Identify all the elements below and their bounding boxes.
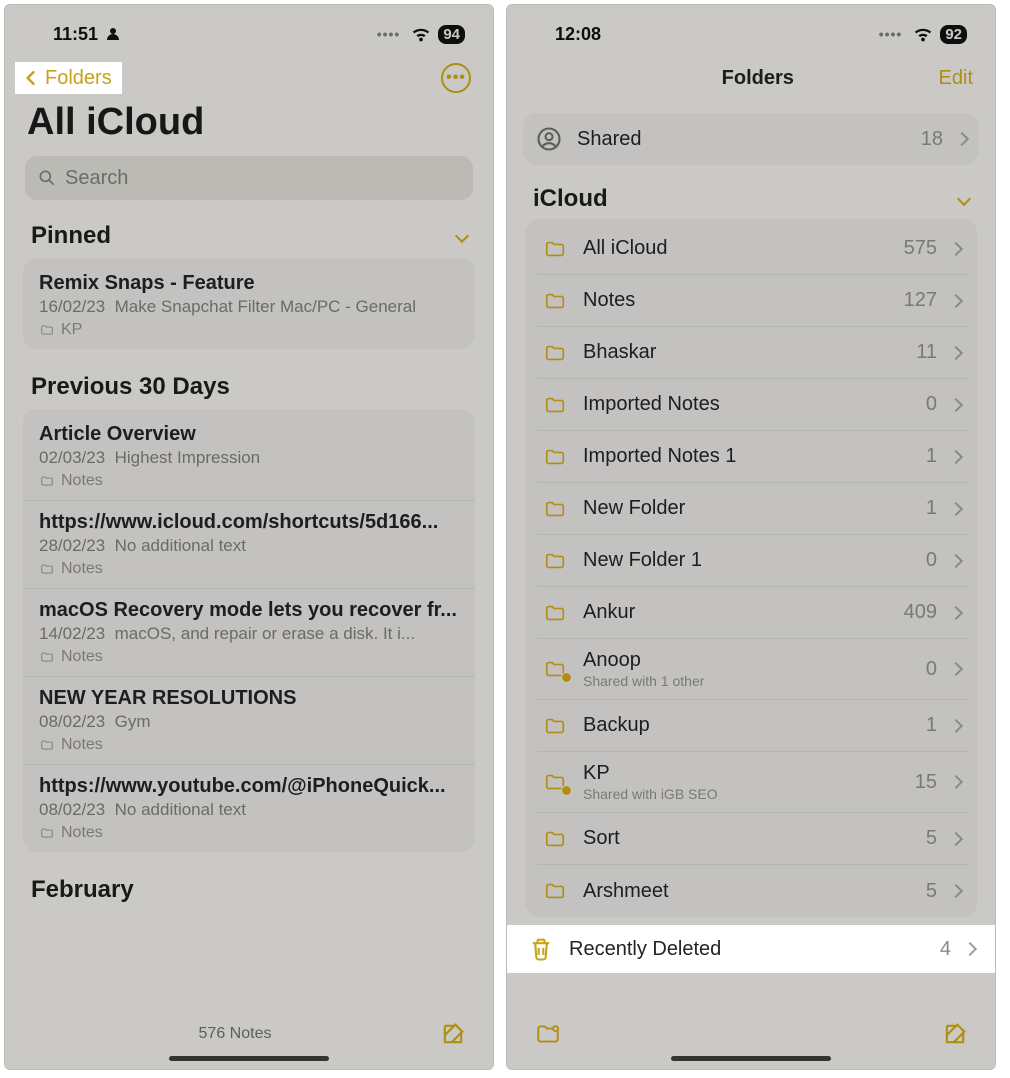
edit-button[interactable]: Edit <box>939 67 973 90</box>
chevron-right-icon <box>949 501 963 515</box>
chevron-right-icon <box>949 345 963 359</box>
prev30-header: Previous 30 Days <box>21 357 477 409</box>
folder-icon <box>541 394 569 416</box>
chevron-right-icon <box>949 241 963 255</box>
folder-row[interactable]: Bhaskar 11 <box>537 327 969 379</box>
folder-icon <box>541 771 569 793</box>
february-header: February <box>21 860 477 912</box>
folder-row[interactable]: Notes 127 <box>537 275 969 327</box>
note-row[interactable]: NEW YEAR RESOLUTIONS 08/02/23 Gym Notes <box>23 677 475 765</box>
icloud-header[interactable]: iCloud <box>507 165 995 219</box>
folder-icon <box>541 602 569 624</box>
folder-icon <box>541 715 569 737</box>
nav-bar: Folders Edit <box>507 53 995 101</box>
folder-row[interactable]: KPShared with iGB SEO 15 <box>537 752 969 813</box>
folder-row[interactable]: Sort 5 <box>537 813 969 865</box>
chevron-down-icon <box>455 229 469 243</box>
search-icon <box>37 168 57 188</box>
note-row[interactable]: macOS Recovery mode lets you recover fr.… <box>23 589 475 677</box>
chevron-right-icon <box>949 884 963 898</box>
trash-icon <box>527 935 555 963</box>
person-circle-icon <box>535 125 563 153</box>
more-button[interactable]: ••• <box>441 63 471 93</box>
status-time: 12:08 <box>555 24 601 45</box>
folder-row[interactable]: Backup 1 <box>537 700 969 752</box>
new-folder-icon[interactable] <box>533 1021 563 1047</box>
cellular-icon: •••• <box>377 26 401 42</box>
folder-icon <box>541 550 569 572</box>
battery-badge: 94 <box>438 25 465 44</box>
folder-row[interactable]: Arshmeet 5 <box>537 865 969 917</box>
ellipsis-icon: ••• <box>446 69 466 87</box>
folder-row[interactable]: AnoopShared with 1 other 0 <box>537 639 969 700</box>
folder-row[interactable]: All iCloud 575 <box>537 223 969 275</box>
compose-icon[interactable] <box>439 1020 467 1048</box>
folder-icon <box>541 238 569 260</box>
folder-icon <box>39 562 55 576</box>
status-bar: 11:51 •••• 94 <box>5 5 493 53</box>
pinned-note[interactable]: Remix Snaps - Feature 16/02/23 Make Snap… <box>23 262 475 349</box>
chevron-left-icon <box>21 66 41 90</box>
folder-row[interactable]: Imported Notes 0 <box>537 379 969 431</box>
chevron-right-icon <box>949 718 963 732</box>
nav-bar: Folders ••• <box>5 53 493 101</box>
chevron-right-icon <box>949 449 963 463</box>
folder-icon <box>541 342 569 364</box>
chevron-right-icon <box>949 775 963 789</box>
compose-icon[interactable] <box>941 1020 969 1048</box>
page-title: Folders <box>577 67 939 90</box>
note-row[interactable]: Article Overview 02/03/23 Highest Impres… <box>23 413 475 501</box>
chevron-right-icon <box>955 132 969 146</box>
folder-icon <box>39 474 55 488</box>
chevron-right-icon <box>949 553 963 567</box>
left-screenshot: 11:51 •••• 94 Folders ••• All iCloud Sea… <box>4 4 494 1070</box>
home-indicator[interactable] <box>169 1056 329 1061</box>
folder-row[interactable]: Imported Notes 1 1 <box>537 431 969 483</box>
page-title: All iCloud <box>5 101 493 150</box>
pinned-header[interactable]: Pinned <box>21 206 477 258</box>
folder-icon <box>541 290 569 312</box>
folder-row[interactable]: New Folder 1 0 <box>537 535 969 587</box>
folder-icon <box>39 826 55 840</box>
wifi-icon <box>410 23 432 45</box>
folder-icon <box>39 650 55 664</box>
folder-row[interactable]: Ankur 409 <box>537 587 969 639</box>
chevron-right-icon <box>949 397 963 411</box>
home-indicator[interactable] <box>671 1056 831 1061</box>
chevron-right-icon <box>949 605 963 619</box>
search-input[interactable]: Search <box>25 156 473 200</box>
folder-icon <box>39 323 55 337</box>
back-label: Folders <box>45 67 112 90</box>
folder-icon <box>541 498 569 520</box>
chevron-right-icon <box>949 293 963 307</box>
chevron-right-icon <box>949 831 963 845</box>
note-row[interactable]: https://www.youtube.com/@iPhoneQuick... … <box>23 765 475 852</box>
chevron-right-icon <box>949 662 963 676</box>
folder-icon <box>39 738 55 752</box>
note-row[interactable]: https://www.icloud.com/shortcuts/5d166..… <box>23 501 475 589</box>
recently-deleted-row[interactable]: Recently Deleted 4 <box>507 925 995 973</box>
right-screenshot: 12:08 •••• 92 Folders Edit Shared 18 iCl… <box>506 4 996 1070</box>
shared-row[interactable]: Shared 18 <box>523 113 979 165</box>
notes-count: 576 Notes <box>31 1025 439 1043</box>
status-bar: 12:08 •••• 92 <box>507 5 995 53</box>
folder-icon <box>541 828 569 850</box>
chevron-down-icon <box>957 192 971 206</box>
status-time: 11:51 <box>53 24 98 45</box>
cellular-icon: •••• <box>879 26 903 42</box>
folder-row[interactable]: New Folder 1 <box>537 483 969 535</box>
folder-icon <box>541 658 569 680</box>
folder-icon <box>541 880 569 902</box>
back-button[interactable]: Folders <box>15 62 122 94</box>
search-placeholder: Search <box>65 167 128 190</box>
battery-badge: 92 <box>940 25 967 44</box>
person-icon <box>104 25 122 43</box>
chevron-right-icon <box>963 942 977 956</box>
folder-icon <box>541 446 569 468</box>
wifi-icon <box>912 23 934 45</box>
